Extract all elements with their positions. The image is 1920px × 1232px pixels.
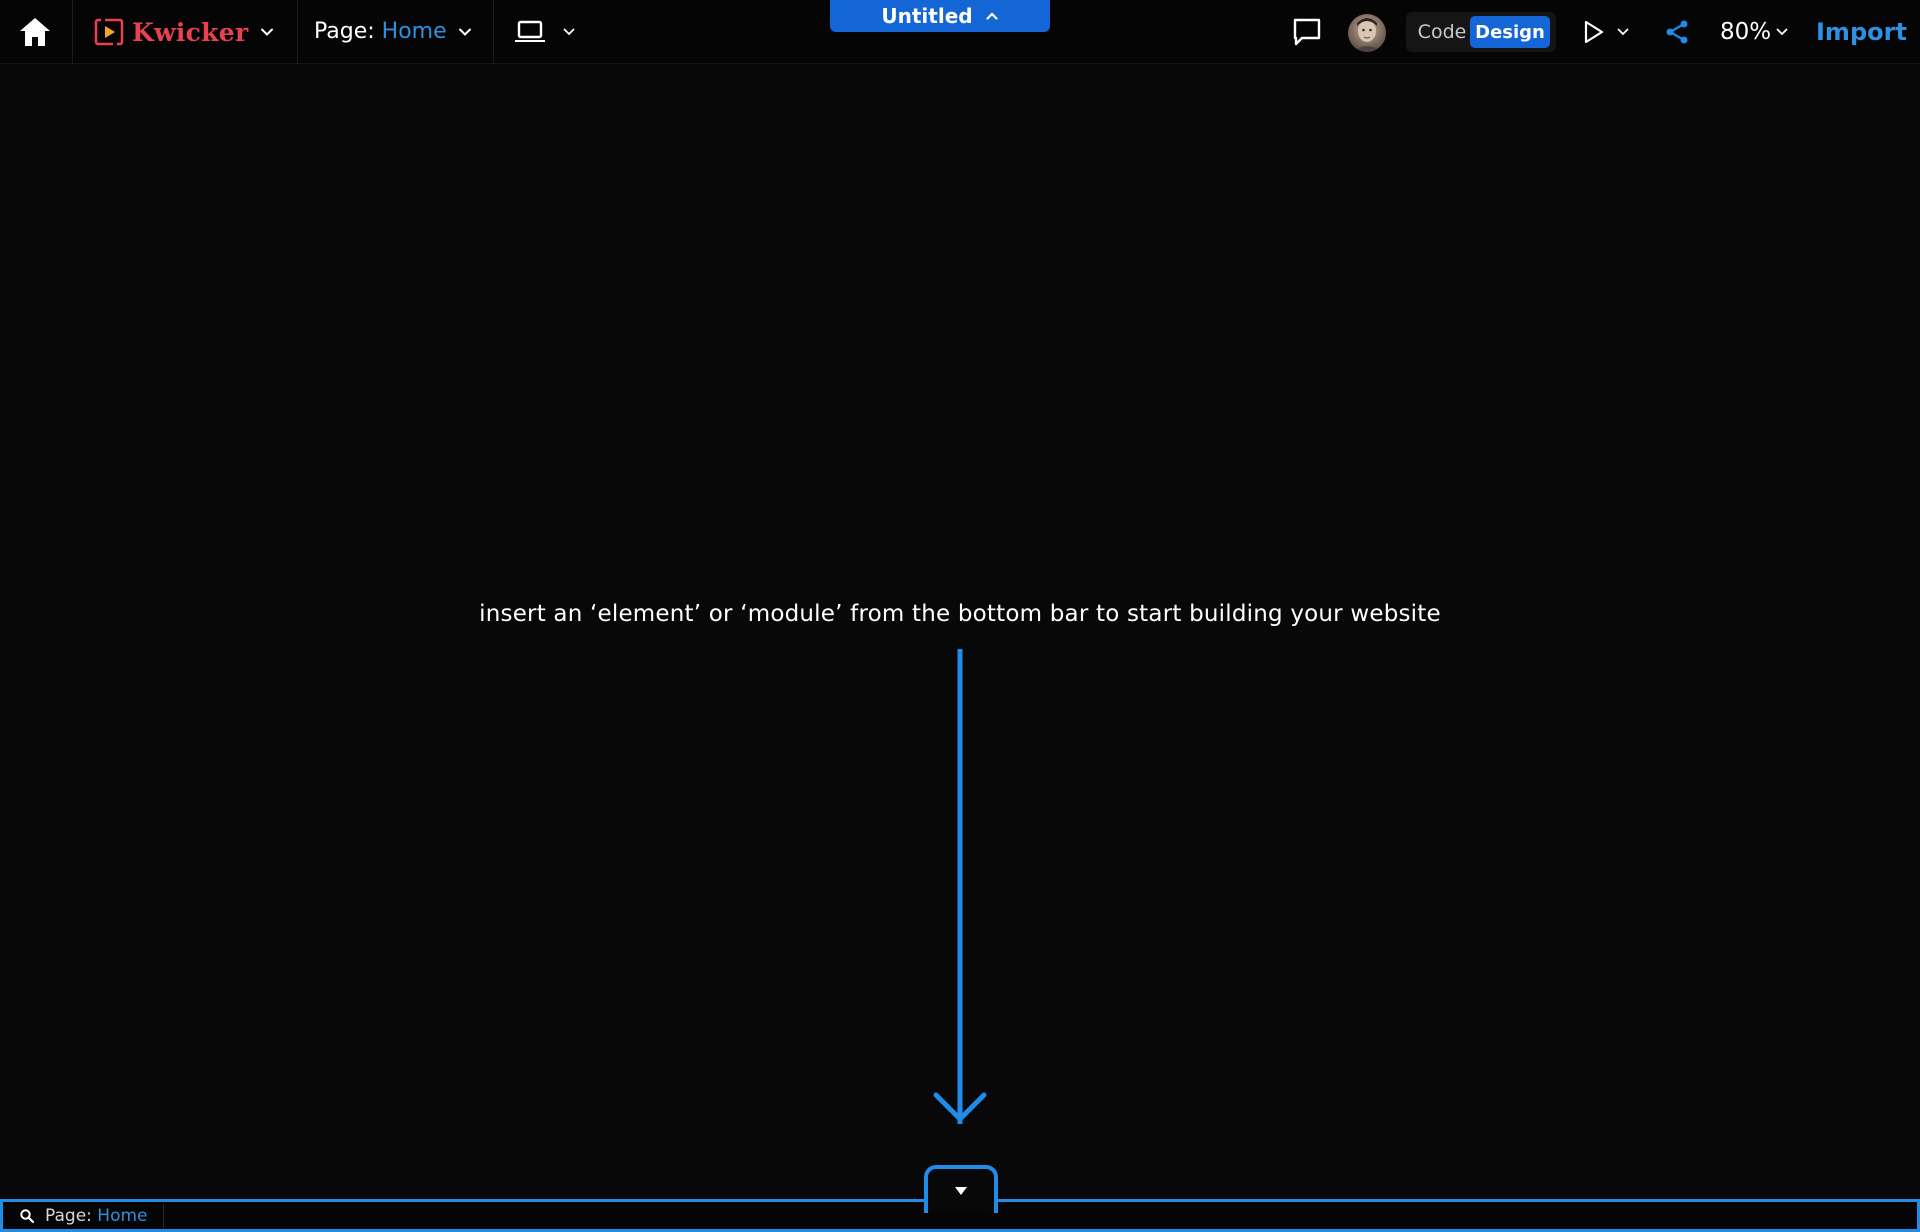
- chevron-down-icon[interactable]: [259, 24, 275, 40]
- code-design-toggle: Code Design: [1406, 12, 1556, 52]
- kwicker-logo-icon: [94, 17, 124, 47]
- bottom-bar-toggle-tab[interactable]: [924, 1165, 998, 1213]
- caret-down-icon: [955, 1187, 967, 1195]
- search-icon[interactable]: [19, 1208, 35, 1224]
- page-selector-label: Page:: [314, 19, 375, 44]
- chevron-up-icon: [985, 12, 998, 20]
- zoom-level-selector[interactable]: 80%: [1720, 19, 1771, 45]
- toolbar-divider: [297, 0, 298, 64]
- document-title-tab[interactable]: Untitled: [830, 0, 1050, 32]
- chevron-down-icon[interactable]: [1775, 25, 1789, 39]
- bottom-bar-divider: [163, 1204, 164, 1228]
- laptop-icon[interactable]: [514, 19, 546, 45]
- brand-menu[interactable]: Kwicker: [94, 14, 248, 50]
- design-mode-button[interactable]: Design: [1470, 16, 1550, 48]
- bottom-page-label: Page:: [45, 1206, 92, 1226]
- code-mode-button[interactable]: Code: [1414, 18, 1470, 46]
- user-avatar[interactable]: [1348, 14, 1386, 52]
- chevron-down-icon[interactable]: [457, 24, 473, 40]
- play-icon[interactable]: [1580, 19, 1606, 45]
- toolbar-divider: [72, 0, 73, 64]
- design-canvas[interactable]: insert an ‘element’ or ‘module’ from the…: [0, 65, 1920, 1199]
- document-title: Untitled: [881, 4, 973, 28]
- home-icon[interactable]: [17, 15, 53, 49]
- import-button[interactable]: Import: [1816, 18, 1907, 46]
- bottom-page-indicator[interactable]: Page: Home: [45, 1206, 148, 1226]
- share-icon[interactable]: [1664, 19, 1690, 45]
- empty-canvas-hint: insert an ‘element’ or ‘module’ from the…: [479, 601, 1441, 627]
- chat-bubble-icon[interactable]: [1291, 16, 1323, 48]
- brand-name: Kwicker: [132, 17, 249, 47]
- chevron-down-icon[interactable]: [562, 25, 576, 39]
- arrow-down-icon: [933, 649, 987, 1124]
- toolbar-divider: [493, 0, 494, 64]
- page-selector[interactable]: Page: Home: [314, 19, 447, 44]
- avatar-face-icon: [1352, 18, 1382, 52]
- top-toolbar: Kwicker Page: Home Untitled Code Design …: [0, 0, 1920, 64]
- chevron-down-icon[interactable]: [1616, 25, 1630, 39]
- page-selector-value: Home: [381, 19, 447, 44]
- bottom-page-name: Home: [97, 1206, 148, 1226]
